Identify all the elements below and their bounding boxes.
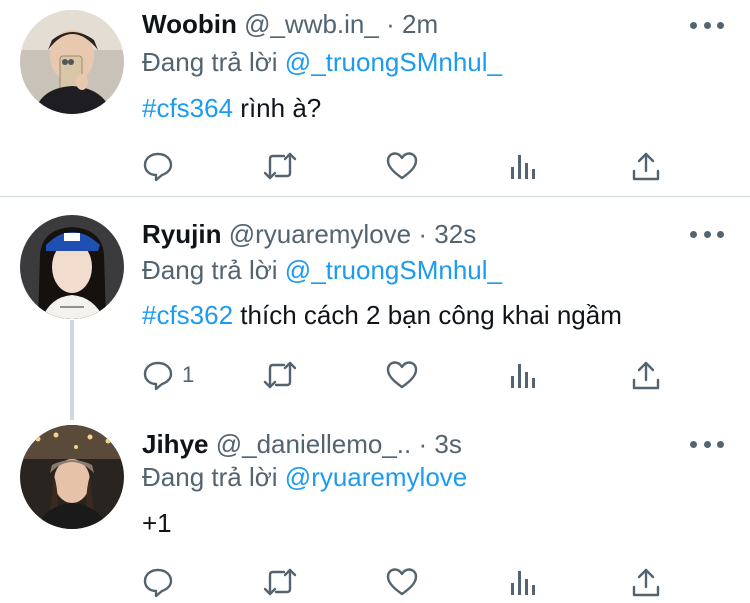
tweet-header: Woobin @_wwb.in_ · 2m [142, 9, 690, 39]
avatar[interactable] [20, 425, 124, 529]
reply-button[interactable] [142, 565, 182, 599]
retweet-icon [263, 361, 297, 389]
analytics-icon [511, 155, 535, 179]
more-icon[interactable] [690, 229, 724, 239]
replying-to-label: Đang trả lời [142, 462, 278, 492]
tweet-body: +1 [142, 508, 172, 538]
reply-button[interactable] [142, 149, 182, 183]
tweet-text: #cfs362 thích cách 2 bạn công khai ngầm [142, 300, 622, 330]
retweet-button[interactable] [262, 149, 298, 183]
like-button[interactable] [386, 565, 418, 599]
avatar[interactable] [20, 215, 124, 319]
mention-link[interactable]: @ryuaremylove [285, 462, 467, 492]
more-icon[interactable] [690, 439, 724, 449]
more-icon[interactable] [690, 20, 724, 30]
hashtag-link[interactable]: #cfs364 [142, 93, 233, 123]
tweet-body: rình à? [233, 93, 322, 123]
action-bar [142, 565, 662, 599]
share-icon [632, 361, 660, 390]
retweet-icon [263, 152, 297, 180]
tweet-header: Ryujin @ryuaremylove · 32s [142, 219, 690, 249]
like-icon [386, 361, 418, 389]
share-button[interactable] [632, 565, 660, 599]
replying-to: Đang trả lời @_truongSMnhul_ [142, 47, 502, 77]
reply-icon [143, 361, 173, 391]
separator-dot: · [418, 219, 428, 249]
like-icon [386, 152, 418, 180]
tweet-text: #cfs364 rình à? [142, 93, 321, 123]
replying-to: Đang trả lời @ryuaremylove [142, 462, 467, 492]
display-name[interactable]: Ryujin [142, 219, 221, 249]
like-icon [386, 568, 418, 596]
reply-icon [143, 152, 173, 182]
tweet-woobin[interactable]: Woobin @_wwb.in_ · 2m Đang trả lời @_tru… [0, 0, 750, 196]
action-bar: 1 [142, 358, 662, 392]
replying-to-label: Đang trả lời [142, 47, 278, 77]
retweet-button[interactable] [262, 358, 298, 392]
action-bar [142, 149, 662, 183]
user-handle[interactable]: @_wwb.in_ [244, 9, 379, 39]
analytics-icon [511, 364, 535, 388]
like-button[interactable] [386, 358, 418, 392]
analytics-icon [511, 571, 535, 595]
user-handle[interactable]: @_daniellemo_.. [216, 429, 412, 459]
share-icon [632, 568, 660, 597]
analytics-button[interactable] [510, 149, 538, 183]
tweet-ryujin[interactable]: Ryujin @ryuaremylove · 32s Đang trả lời … [0, 197, 750, 403]
tweet-text: +1 [142, 508, 172, 538]
mention-link[interactable]: @_truongSMnhul_ [285, 255, 502, 285]
reply-count: 1 [182, 362, 195, 387]
timestamp[interactable]: 2m [402, 9, 438, 39]
share-button[interactable] [632, 149, 660, 183]
replying-to-label: Đang trả lời [142, 255, 278, 285]
separator-dot: · [386, 9, 395, 39]
avatar[interactable] [20, 10, 124, 114]
tweet-header: Jihye @_daniellemo_.. · 3s [142, 429, 690, 459]
timestamp[interactable]: 32s [434, 219, 476, 249]
display-name[interactable]: Woobin [142, 9, 237, 39]
analytics-button[interactable] [510, 358, 538, 392]
tweet-body: thích cách 2 bạn công khai ngầm [233, 300, 622, 330]
replying-to: Đang trả lời @_truongSMnhul_ [142, 255, 502, 285]
reply-icon [143, 568, 173, 598]
retweet-icon [263, 568, 297, 596]
retweet-button[interactable] [262, 565, 298, 599]
share-button[interactable] [632, 358, 660, 392]
analytics-button[interactable] [510, 565, 538, 599]
hashtag-link[interactable]: #cfs362 [142, 300, 233, 330]
tweet-jihye[interactable]: Jihye @_daniellemo_.. · 3s Đang trả lời … [0, 403, 750, 603]
user-handle[interactable]: @ryuaremylove [229, 219, 411, 249]
separator-dot: · [418, 429, 428, 459]
mention-link[interactable]: @_truongSMnhul_ [285, 47, 502, 77]
timestamp[interactable]: 3s [434, 429, 461, 459]
reply-button[interactable]: 1 [142, 358, 194, 392]
display-name[interactable]: Jihye [142, 429, 209, 459]
share-icon [632, 152, 660, 181]
like-button[interactable] [386, 149, 418, 183]
